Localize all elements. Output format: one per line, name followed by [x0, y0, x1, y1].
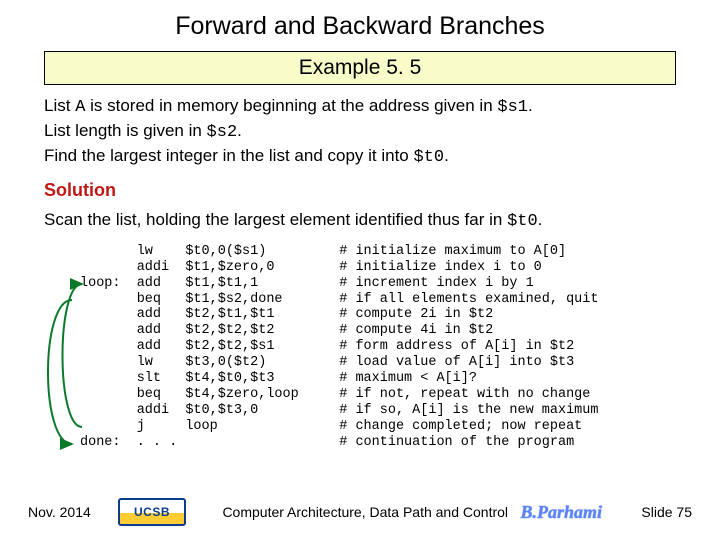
- text: Find the largest integer in the list and…: [44, 146, 413, 165]
- text: .: [538, 210, 543, 229]
- text: Scan the list, holding the largest eleme…: [44, 210, 507, 229]
- code-s2: $s2: [207, 123, 238, 142]
- code-s1: $s1: [497, 98, 528, 117]
- example-label-box: Example 5. 5: [44, 51, 676, 85]
- footer-date: Nov. 2014: [28, 504, 118, 520]
- footer-course-title: Computer Architecture, Data Path and Con…: [210, 504, 520, 520]
- solution-intro: Scan the list, holding the largest eleme…: [44, 209, 676, 234]
- code-A: A: [75, 98, 85, 117]
- ucsb-logo: UCSB: [118, 498, 186, 526]
- code-t0: $t0: [507, 212, 538, 231]
- slide-footer: Nov. 2014 UCSB Computer Architecture, Da…: [0, 492, 720, 532]
- text: .: [444, 146, 449, 165]
- problem-statement: List A is stored in memory beginning at …: [44, 95, 676, 170]
- footer-author: B.Parhami: [520, 502, 602, 523]
- text: .: [237, 121, 242, 140]
- assembly-code-block: lw $t0,0($s1) # initialize maximum to A[…: [80, 244, 676, 451]
- code-listing-wrap: lw $t0,0($s1) # initialize maximum to A[…: [44, 244, 676, 451]
- text: List length is given in: [44, 121, 207, 140]
- code-t0: $t0: [413, 148, 444, 167]
- footer-slide-number: Slide 75: [622, 504, 692, 520]
- branch-arrows-svg: [34, 244, 124, 464]
- text: List: [44, 96, 75, 115]
- slide-title: Forward and Backward Branches: [0, 0, 720, 51]
- text: is stored in memory beginning at the add…: [85, 96, 497, 115]
- text: .: [528, 96, 533, 115]
- solution-heading: Solution: [44, 180, 676, 201]
